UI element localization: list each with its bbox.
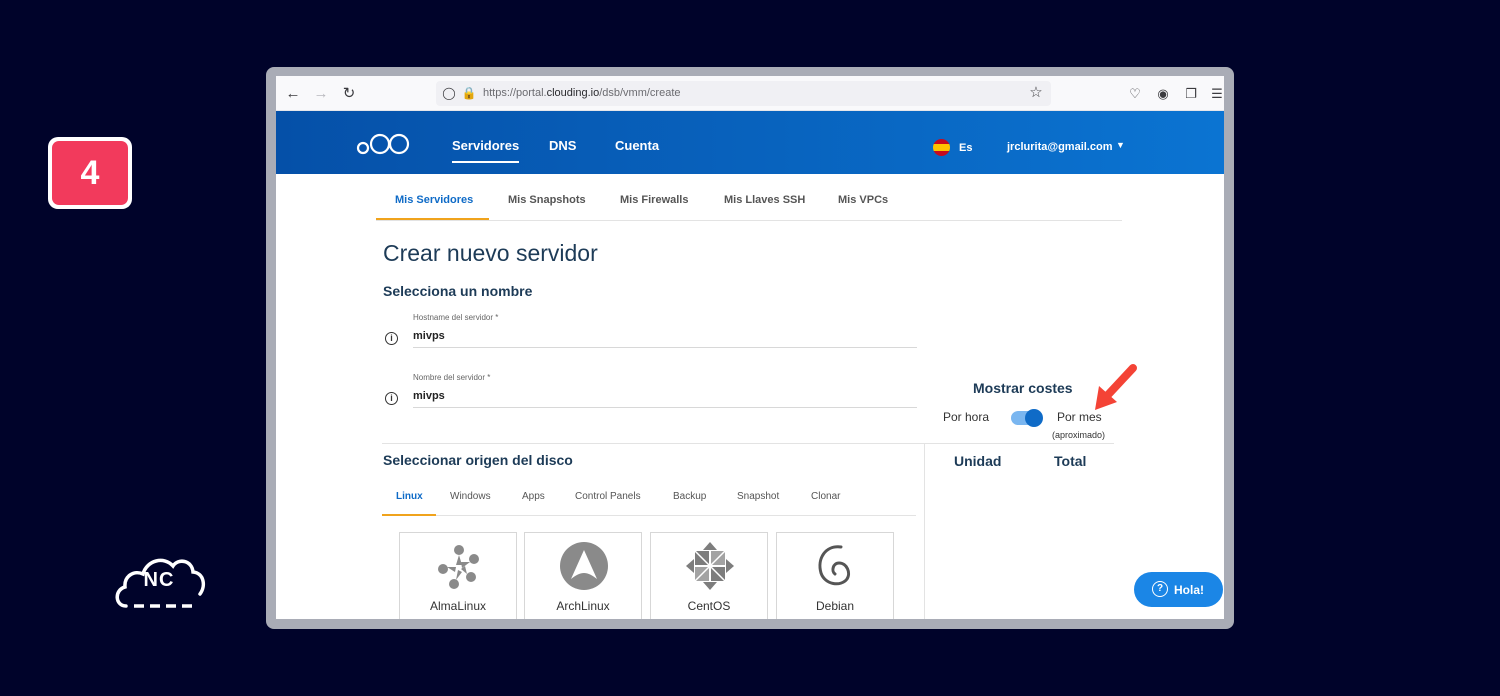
forward-icon[interactable]: → [312,85,330,103]
os-name: Debian [815,599,855,613]
nav-cuenta[interactable]: Cuenta [615,138,659,153]
section-divider [382,443,1114,444]
screenshot-frame: ← → ↻ ◯ 🔒 https://portal.clouding.io/dsb… [266,67,1234,629]
tab-mis-firewalls[interactable]: Mis Firewalls [620,194,688,206]
tab-mis-vpcs[interactable]: Mis VPCs [838,194,888,206]
debian-icon [818,545,851,586]
tab-apps[interactable]: Apps [522,491,545,502]
servername-label: Nombre del servidor * [413,373,491,382]
os-card-debian[interactable]: Debian [776,532,894,619]
servername-input[interactable]: mivps [413,390,445,402]
approx-label: (aproximado) [1052,430,1106,440]
browser-toolbar: ← → ↻ ◯ 🔒 https://portal.clouding.io/dsb… [276,76,1224,111]
chat-label: Hola! [1174,583,1204,597]
tab-backup[interactable]: Backup [673,491,706,502]
app-header: Servidores DNS Cuenta Es jrclurita@gmail… [276,111,1224,174]
back-icon[interactable]: ← [284,85,302,103]
chat-button[interactable]: ? Hola! [1134,572,1223,607]
name-section-title: Selecciona un nombre [383,283,533,299]
nav-dns[interactable]: DNS [549,138,576,153]
cost-period-toggle[interactable] [1011,409,1043,427]
account-icon[interactable]: ◉ [1154,85,1172,103]
user-menu[interactable]: jrclurita@gmail.com [1007,141,1112,153]
url-field[interactable]: ◯ 🔒 https://portal.clouding.io/dsb/vmm/c… [436,81,1051,106]
tab-linux[interactable]: Linux [396,491,423,502]
server-subtabs: Mis Servidores Mis Snapshots Mis Firewal… [376,174,1122,221]
step-number: 4 [52,141,128,205]
info-icon[interactable]: i [385,332,398,345]
nc-cloud-logo: NC [112,550,206,610]
tab-windows[interactable]: Windows [450,491,491,502]
active-tab-indicator [376,218,489,220]
os-name: AlmaLinux [429,599,487,613]
column-divider [924,443,925,619]
help-icon: ? [1152,581,1168,597]
spain-flag-icon[interactable] [933,139,950,156]
total-column-header: Total [1054,453,1087,469]
bookmark-star-icon[interactable]: ☆ [1027,84,1045,102]
per-month-label: Por mes [1057,410,1102,424]
tab-control-panels[interactable]: Control Panels [575,491,641,502]
extensions-icon[interactable]: ❐ [1182,85,1200,103]
os-name: ArchLinux [556,599,610,613]
tab-snapshot[interactable]: Snapshot [737,491,779,502]
tab-clonar[interactable]: Clonar [811,491,840,502]
toggle-knob [1025,409,1043,427]
caret-down-icon[interactable]: ▼ [1116,140,1125,150]
tab-mis-servidores[interactable]: Mis Servidores [395,194,473,206]
step-badge: 4 [48,137,132,209]
info-icon[interactable]: i [385,392,398,405]
almalinux-icon [438,545,479,589]
centos-icon [686,542,734,590]
red-arrow-icon [1095,364,1137,410]
unit-column-header: Unidad [954,453,1002,469]
menu-icon[interactable]: ☰ [1208,85,1224,103]
hostname-input[interactable]: mivps [413,330,445,342]
tab-mis-llaves-ssh[interactable]: Mis Llaves SSH [724,194,805,206]
shield-icon[interactable]: ◯ [440,84,458,102]
servername-underline [413,407,917,408]
archlinux-icon [560,542,608,590]
lock-icon[interactable]: 🔒 [460,84,478,102]
pocket-icon[interactable]: ♡ [1126,85,1144,103]
nc-label: NC [143,569,175,591]
os-card-archlinux[interactable]: ArchLinux [524,532,642,619]
disk-source-tabs: Linux Windows Apps Control Panels Backup… [382,481,916,516]
tab-mis-snapshots[interactable]: Mis Snapshots [508,194,586,206]
reload-icon[interactable]: ↻ [340,85,358,103]
costs-title: Mostrar costes [973,380,1073,396]
language-selector[interactable]: Es [959,142,972,154]
url-text: https://portal.clouding.io/dsb/vmm/creat… [483,87,681,99]
nav-servidores[interactable]: Servidores [452,138,520,163]
active-disk-tab-indicator [382,514,436,516]
os-name: CentOS [687,599,731,613]
os-card-almalinux[interactable]: AlmaLinux [399,532,517,619]
clouding-logo[interactable] [356,131,412,157]
per-hour-label: Por hora [943,410,990,424]
browser-window: ← → ↻ ◯ 🔒 https://portal.clouding.io/dsb… [276,76,1224,619]
disk-section-title: Seleccionar origen del disco [383,452,573,468]
hostname-label: Hostname del servidor * [413,313,499,322]
os-card-centos[interactable]: CentOS [650,532,768,619]
hostname-underline [413,347,917,348]
page-title: Crear nuevo servidor [383,240,598,266]
